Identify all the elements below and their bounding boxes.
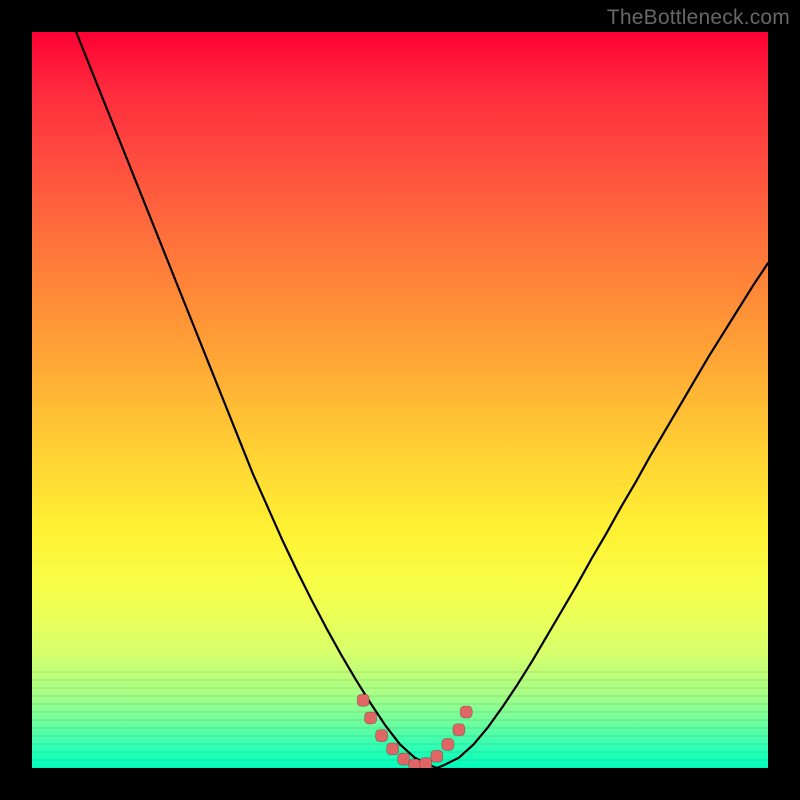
- chart-frame: TheBottleneck.com: [0, 0, 800, 800]
- bottom-stripes: [32, 665, 768, 768]
- plot-area: [32, 32, 768, 768]
- watermark-text: TheBottleneck.com: [607, 6, 790, 30]
